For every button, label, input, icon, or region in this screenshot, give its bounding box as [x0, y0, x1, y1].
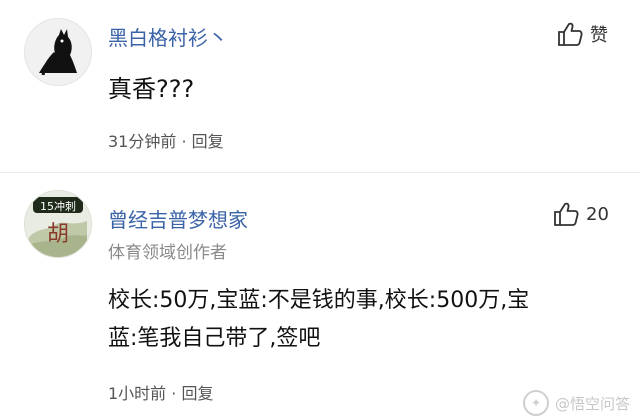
divider — [0, 172, 640, 173]
comment-meta: 1小时前 · 回复 — [108, 380, 213, 404]
like-label: 赞 — [590, 25, 608, 46]
comment-text-line: 校长:50万,宝蓝:不是钱的事,校长:500万,宝 — [108, 288, 530, 313]
thumbs-up-icon — [558, 22, 583, 46]
avatar-badge-text: 15冲刺 — [40, 199, 76, 213]
thumbs-up-icon — [554, 202, 579, 226]
landscape-avatar-icon: 15冲刺 胡 — [29, 197, 87, 257]
comment-time: 1小时前 — [108, 384, 167, 403]
watermark-text: @悟空问答 — [554, 394, 630, 413]
avatar[interactable]: 15冲刺 胡 — [24, 190, 92, 258]
comment-meta: 31分钟前 · 回复 — [108, 128, 224, 152]
avatar-char: 胡 — [47, 222, 69, 247]
comment-username[interactable]: 曾经吉普梦想家 — [108, 204, 248, 233]
author-subtitle: 体育领域创作者 — [108, 243, 227, 263]
cat-silhouette-icon — [39, 29, 77, 76]
watermark: ✦ @悟空问答 — [522, 390, 630, 416]
meta-dot: · — [171, 384, 177, 403]
comment-text: 校长:50万,宝蓝:不是钱的事,校长:500万,宝 蓝:笔我自己带了,签吧 — [108, 282, 618, 358]
like-button[interactable]: 赞 — [556, 20, 608, 48]
wukong-logo-icon: ✦ — [522, 390, 549, 416]
meta-dot: · — [181, 132, 187, 151]
avatar[interactable] — [24, 18, 92, 86]
comment-username[interactable]: 黑白格衬衫丶 — [108, 22, 228, 51]
reply-button[interactable]: 回复 — [192, 132, 224, 151]
comment-time: 31分钟前 — [108, 132, 177, 151]
reply-button[interactable]: 回复 — [181, 384, 213, 403]
comment-text-line: 蓝:笔我自己带了,签吧 — [108, 326, 321, 351]
like-count: 20 — [586, 203, 609, 225]
like-button[interactable]: 20 — [552, 200, 609, 228]
comment-text: 真香??? — [108, 75, 195, 103]
